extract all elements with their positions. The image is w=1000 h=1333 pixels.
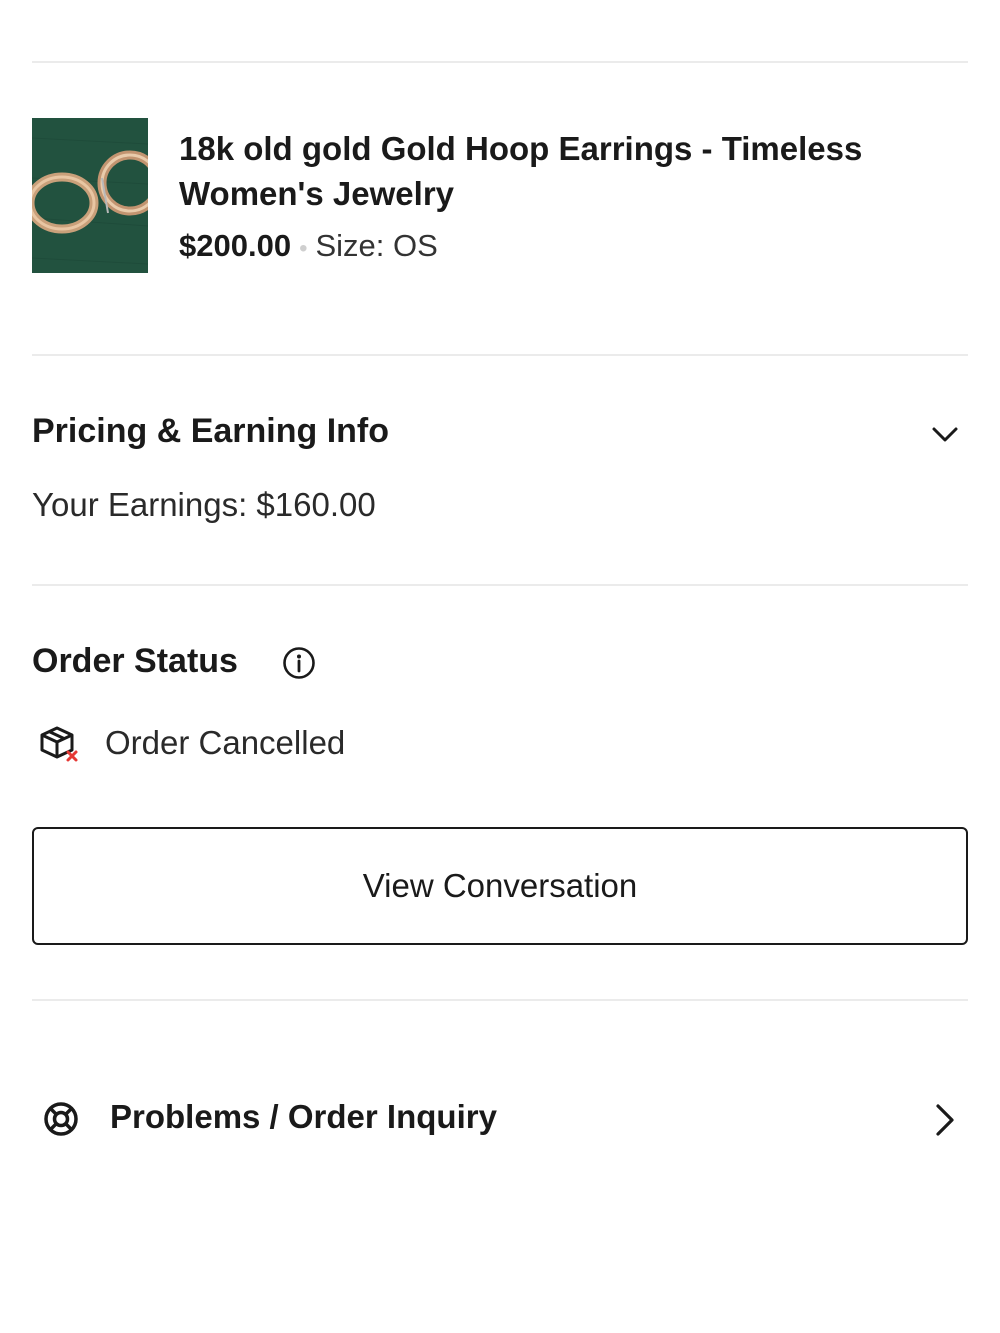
separator-dot: • (299, 235, 308, 262)
your-earnings: Your Earnings: $160.00 (32, 486, 376, 523)
product-title[interactable]: 18k old gold Gold Hoop Earrings - Timele… (179, 126, 939, 216)
info-icon[interactable] (282, 646, 316, 680)
order-status-text: Order Cancelled (105, 724, 346, 761)
chevron-right-icon[interactable] (928, 1100, 960, 1140)
pricing-section-title[interactable]: Pricing & Earning Info (32, 412, 389, 451)
divider (32, 61, 968, 63)
cancelled-package-icon (40, 726, 78, 762)
size-value: OS (393, 228, 438, 263)
size-label: Size: (315, 228, 393, 263)
product-thumbnail[interactable] (32, 118, 148, 273)
order-status-row: Order Cancelled (38, 720, 638, 770)
gold-hoop-earrings-image (32, 118, 148, 273)
order-status-title: Order Status (32, 642, 238, 680)
divider (32, 999, 968, 1001)
product-price: $200.00 (179, 228, 292, 263)
lifebuoy-icon (44, 1102, 78, 1136)
product-row[interactable]: 18k old gold Gold Hoop Earrings - Timele… (32, 118, 968, 274)
chevron-down-icon[interactable] (929, 419, 961, 451)
order-inquiry-row[interactable]: Problems / Order Inquiry (32, 1090, 968, 1150)
product-price-row: $200.00 • Size: OS (179, 226, 438, 269)
divider (32, 354, 968, 356)
view-conversation-button[interactable]: View Conversation (32, 827, 968, 945)
divider (32, 584, 968, 586)
order-inquiry-label: Problems / Order Inquiry (110, 1098, 497, 1135)
